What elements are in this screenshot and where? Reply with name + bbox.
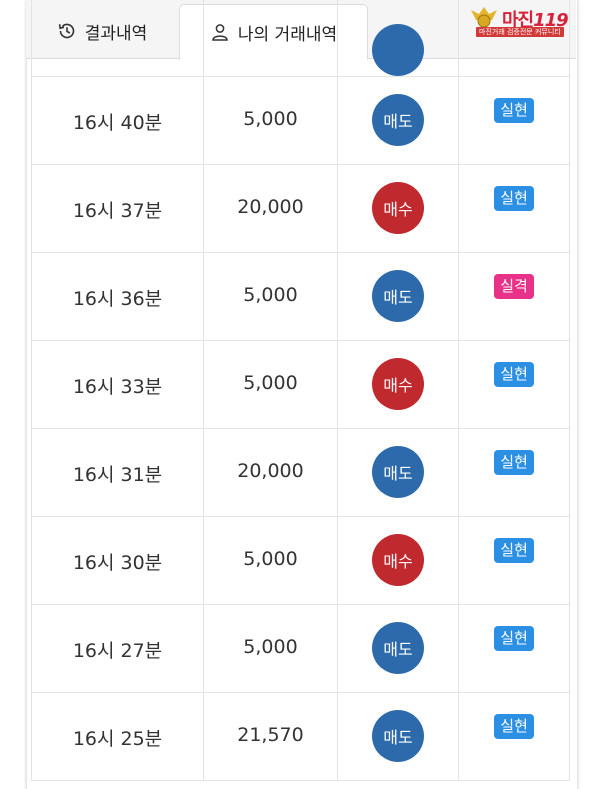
result-cell: 실현 [458,340,570,429]
result-cell: 실현 [458,692,570,781]
sell-badge: 매도 [372,622,424,674]
time-cell: 16시 36분 [31,252,204,341]
side-cell: 매도 [337,692,459,781]
side-cell [337,0,459,77]
amount-cell [203,0,338,77]
trade-time: 16시 37분 [72,200,163,222]
buy-badge: 매수 [372,534,424,586]
result-badge: 실현 [494,362,534,387]
result-badge: 실현 [494,98,534,123]
sell-badge [372,24,424,76]
trade-amount: 20,000 [237,196,304,218]
table-row: 16시 30분 5,000 매수 실현 [31,516,570,605]
time-cell: 16시 40분 [31,76,204,165]
table-row: 16시 36분 5,000 매도 실격 [31,252,570,341]
side-cell: 매도 [337,604,459,693]
amount-cell: 5,000 [203,340,338,429]
trade-time: 16시 27분 [72,640,163,662]
trade-time: 16시 33분 [72,376,163,398]
amount-cell: 5,000 [203,604,338,693]
amount-cell: 20,000 [203,428,338,517]
trade-amount: 5,000 [243,636,298,658]
trade-time [32,0,203,25]
amount-cell: 5,000 [203,516,338,605]
time-cell: 16시 33분 [31,340,204,429]
trade-amount: 5,000 [243,372,298,394]
result-cell [458,0,570,77]
trade-amount: 5,000 [243,108,298,130]
time-cell [31,0,204,77]
table-row: 16시 25분 21,570 매도 실현 [31,692,570,781]
trade-amount: 5,000 [243,284,298,306]
sell-badge: 매도 [372,446,424,498]
buy-badge: 매수 [372,182,424,234]
side-cell: 매수 [337,516,459,605]
result-cell: 실현 [458,428,570,517]
result-cell: 실격 [458,252,570,341]
time-cell: 16시 30분 [31,516,204,605]
result-cell: 실현 [458,516,570,605]
table-row: 16시 37분 20,000 매수 실현 [31,164,570,253]
result-badge: 실현 [494,714,534,739]
result-badge: 실현 [494,626,534,651]
time-cell: 16시 25분 [31,692,204,781]
amount-cell: 20,000 [203,164,338,253]
time-cell: 16시 27분 [31,604,204,693]
table-row: 16시 31분 20,000 매도 실현 [31,428,570,517]
side-cell: 매도 [337,76,459,165]
time-cell: 16시 31분 [31,428,204,517]
trade-time: 16시 40분 [72,112,163,134]
trade-time: 16시 31분 [72,464,163,486]
trade-time: 16시 36분 [72,288,163,310]
result-cell: 실현 [458,76,570,165]
trade-amount: 5,000 [243,548,298,570]
table-row: 16시 40분 5,000 매도 실현 [31,76,570,165]
time-cell: 16시 37분 [31,164,204,253]
side-cell: 매도 [337,428,459,517]
amount-cell: 21,570 [203,692,338,781]
sell-badge: 매도 [372,94,424,146]
result-badge: 실현 [494,538,534,563]
buy-badge: 매수 [372,358,424,410]
trade-history-table: 16시 40분 5,000 매도 실현 16시 37분 20,000 매수 실현 16시 36분… [31,0,570,781]
amount-cell: 5,000 [203,76,338,165]
side-cell: 매수 [337,340,459,429]
table-row: 16시 27분 5,000 매도 실현 [31,604,570,693]
result-badge: 실현 [494,186,534,211]
result-cell: 실현 [458,164,570,253]
amount-cell: 5,000 [203,252,338,341]
result-badge: 실격 [494,274,534,299]
sell-badge: 매도 [372,710,424,762]
result-cell: 실현 [458,604,570,693]
sell-badge: 매도 [372,270,424,322]
trade-amount: 20,000 [237,460,304,482]
table-row: 16시 33분 5,000 매수 실현 [31,340,570,429]
trade-time: 16시 30분 [72,552,163,574]
trade-amount [204,0,337,25]
trade-amount: 21,570 [237,724,304,746]
result-badge: 실현 [494,450,534,475]
table-row [31,0,570,77]
trade-time: 16시 25분 [72,728,163,750]
side-cell: 매수 [337,164,459,253]
side-cell: 매도 [337,252,459,341]
